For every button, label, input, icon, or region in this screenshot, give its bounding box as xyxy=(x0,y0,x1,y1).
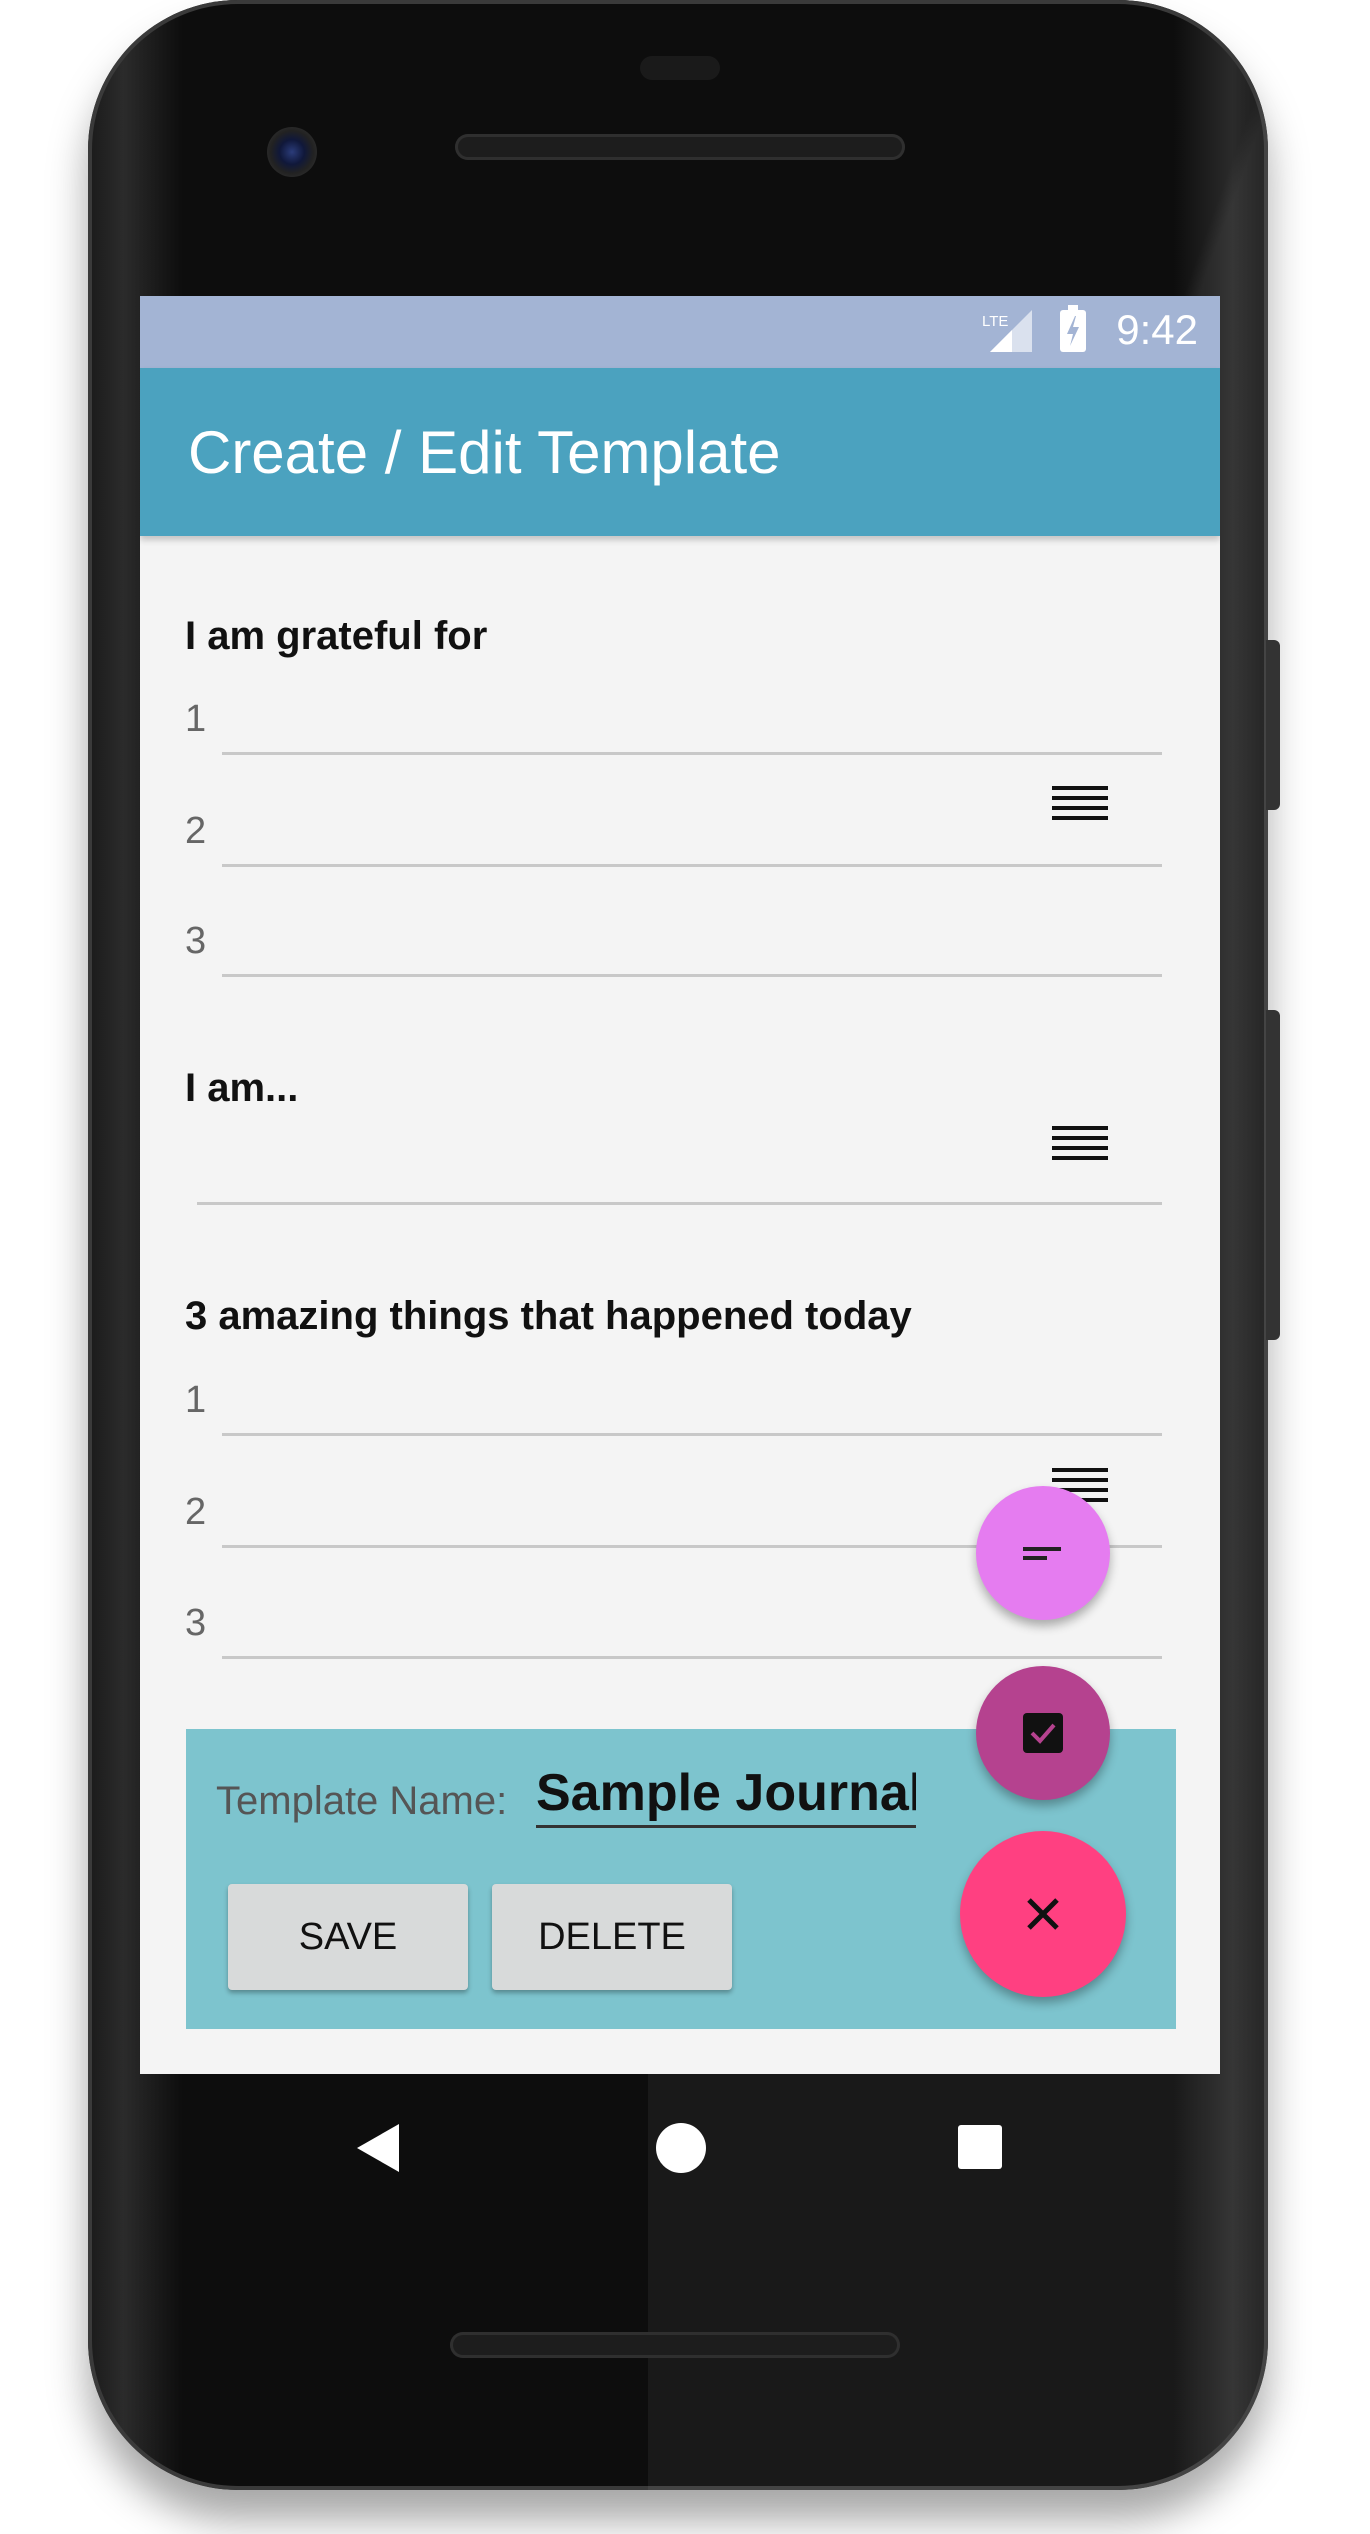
section-title-i-am: I am... xyxy=(185,1066,299,1110)
lte-label: LTE xyxy=(982,313,1008,330)
close-fab[interactable] xyxy=(960,1831,1126,1997)
home-icon[interactable] xyxy=(655,2122,707,2174)
back-icon[interactable] xyxy=(355,2122,401,2174)
status-bar: LTE 9:42 xyxy=(140,296,1220,368)
row-number: 3 xyxy=(185,920,207,962)
delete-button[interactable]: DELETE xyxy=(492,1884,732,1990)
drag-handle-icon[interactable] xyxy=(1052,786,1108,826)
row-number: 2 xyxy=(185,1491,207,1533)
row-number: 1 xyxy=(185,1379,207,1421)
row-input-line[interactable] xyxy=(222,1656,1162,1659)
power-button xyxy=(1266,640,1280,810)
row-input-line[interactable] xyxy=(222,974,1162,977)
drag-handle-icon[interactable] xyxy=(1052,1126,1108,1166)
section-title-amazing-things: 3 amazing things that happened today xyxy=(185,1294,912,1338)
front-camera xyxy=(267,127,317,177)
row-number: 1 xyxy=(185,698,207,740)
status-time: 9:42 xyxy=(1116,306,1198,353)
row-input-line[interactable] xyxy=(222,752,1162,755)
row-number: 3 xyxy=(185,1602,207,1644)
row-input-line[interactable] xyxy=(197,1202,1162,1205)
save-button[interactable]: SAVE xyxy=(228,1884,468,1990)
row-input-line[interactable] xyxy=(222,864,1162,867)
page-title: Create / Edit Template xyxy=(188,419,781,486)
screen: LTE 9:42 Create / Edit Template I am gra… xyxy=(140,296,1220,2074)
row-number: 2 xyxy=(185,810,207,852)
checkbox-icon xyxy=(1023,1713,1063,1753)
template-name-label: Template Name: xyxy=(216,1779,508,1823)
battery-icon xyxy=(1060,305,1086,352)
volume-button xyxy=(1266,1010,1280,1340)
add-checkbox-fab[interactable] xyxy=(976,1666,1110,1800)
add-text-field-fab[interactable] xyxy=(976,1486,1110,1620)
section-title-grateful: I am grateful for xyxy=(185,614,488,658)
lte-signal-icon: LTE xyxy=(982,310,1032,352)
system-nav-bar xyxy=(140,2074,1220,2214)
proximity-sensor xyxy=(640,56,720,80)
recents-icon[interactable] xyxy=(957,2124,1003,2170)
bottom-speaker xyxy=(450,2332,900,2358)
short-text-icon xyxy=(1023,1547,1061,1560)
template-name-input[interactable] xyxy=(536,1761,916,1828)
earpiece-speaker xyxy=(455,134,905,160)
app-bar: Create / Edit Template xyxy=(140,368,1220,536)
close-icon xyxy=(1027,1898,1059,1930)
row-input-line[interactable] xyxy=(222,1433,1162,1436)
